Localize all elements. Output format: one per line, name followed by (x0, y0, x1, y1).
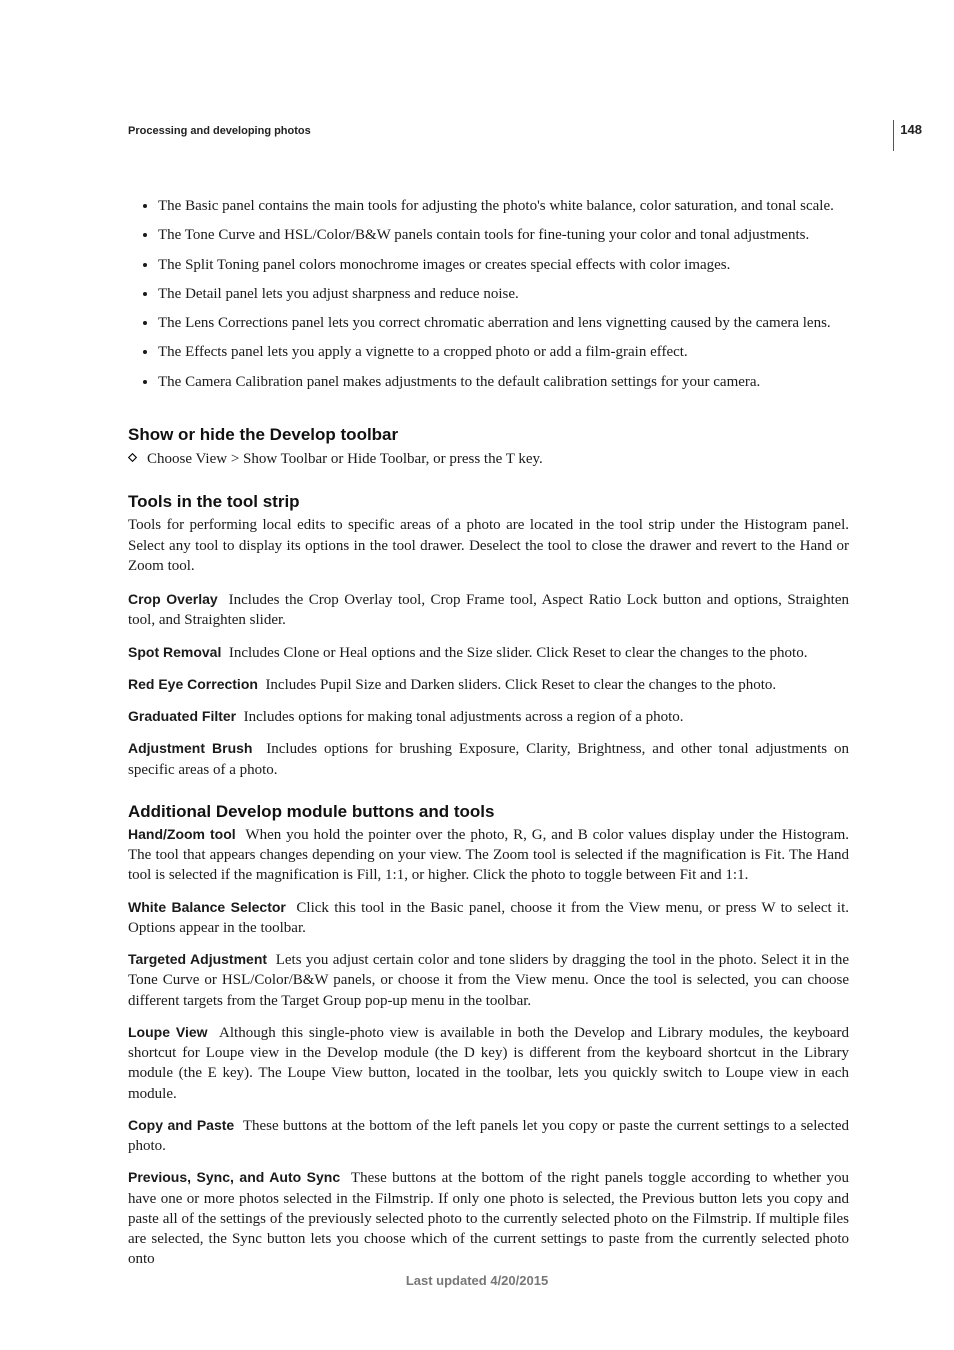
term-label: Spot Removal (128, 644, 221, 660)
running-header: Processing and developing photos (128, 125, 849, 137)
bullet-item: The Basic panel contains the main tools … (158, 193, 849, 219)
panel-bullet-list: The Basic panel contains the main tools … (128, 193, 849, 395)
additional-tools-heading: Additional Develop module buttons and to… (128, 802, 849, 822)
bullet-item: The Camera Calibration panel makes adjus… (158, 369, 849, 395)
term-desc: Includes Clone or Heal options and the S… (229, 645, 808, 661)
tool-hand-zoom: Hand/Zoom tool When you hold the pointer… (128, 825, 849, 886)
bullet-item: The Detail panel lets you adjust sharpne… (158, 281, 849, 307)
term-desc: Includes Pupil Size and Darken sliders. … (265, 677, 776, 693)
term-label: Adjustment Brush (128, 740, 252, 756)
document-page: 148 Processing and developing photos The… (0, 0, 954, 1350)
term-desc: These buttons at the bottom of the left … (128, 1118, 849, 1154)
tool-graduated-filter: Graduated Filter Includes options for ma… (128, 707, 849, 727)
term-label: Targeted Adjustment (128, 951, 267, 967)
term-label: Copy and Paste (128, 1117, 234, 1133)
step-line: Choose View > Show Toolbar or Hide Toolb… (128, 448, 849, 471)
tool-previous-sync: Previous, Sync, and Auto Sync These butt… (128, 1168, 849, 1269)
tool-red-eye: Red Eye Correction Includes Pupil Size a… (128, 675, 849, 695)
tool-white-balance: White Balance Selector Click this tool i… (128, 898, 849, 939)
term-desc: Although this single-photo view is avail… (128, 1025, 849, 1102)
bullet-item: The Split Toning panel colors monochrome… (158, 252, 849, 278)
show-hide-toolbar-heading: Show or hide the Develop toolbar (128, 425, 849, 445)
bullet-item: The Lens Corrections panel lets you corr… (158, 310, 849, 336)
page-footer: Last updated 4/20/2015 (0, 1273, 954, 1288)
term-desc: When you hold the pointer over the photo… (128, 827, 849, 884)
term-label: Loupe View (128, 1024, 208, 1040)
page-number: 148 (893, 120, 922, 151)
term-desc: Includes options for making tonal adjust… (244, 709, 684, 725)
term-label: Previous, Sync, and Auto Sync (128, 1169, 340, 1185)
tool-crop-overlay: Crop Overlay Includes the Crop Overlay t… (128, 590, 849, 631)
tool-loupe-view: Loupe View Although this single-photo vi… (128, 1023, 849, 1104)
bullet-item: The Tone Curve and HSL/Color/B&W panels … (158, 222, 849, 248)
tools-strip-heading: Tools in the tool strip (128, 492, 849, 512)
term-label: Graduated Filter (128, 708, 236, 724)
step-text: Choose View > Show Toolbar or Hide Toolb… (147, 451, 543, 467)
bullet-item: The Effects panel lets you apply a vigne… (158, 339, 849, 365)
term-desc: Includes the Crop Overlay tool, Crop Fra… (128, 592, 849, 628)
tool-copy-paste: Copy and Paste These buttons at the bott… (128, 1116, 849, 1157)
tool-spot-removal: Spot Removal Includes Clone or Heal opti… (128, 643, 849, 663)
term-label: White Balance Selector (128, 899, 286, 915)
tool-targeted-adjustment: Targeted Adjustment Lets you adjust cert… (128, 950, 849, 1011)
term-label: Red Eye Correction (128, 676, 258, 692)
tools-strip-intro: Tools for performing local edits to spec… (128, 515, 849, 576)
tool-adjustment-brush: Adjustment Brush Includes options for br… (128, 739, 849, 780)
term-label: Crop Overlay (128, 591, 218, 607)
term-label: Hand/Zoom tool (128, 826, 236, 842)
diamond-bullet-icon (128, 453, 137, 462)
